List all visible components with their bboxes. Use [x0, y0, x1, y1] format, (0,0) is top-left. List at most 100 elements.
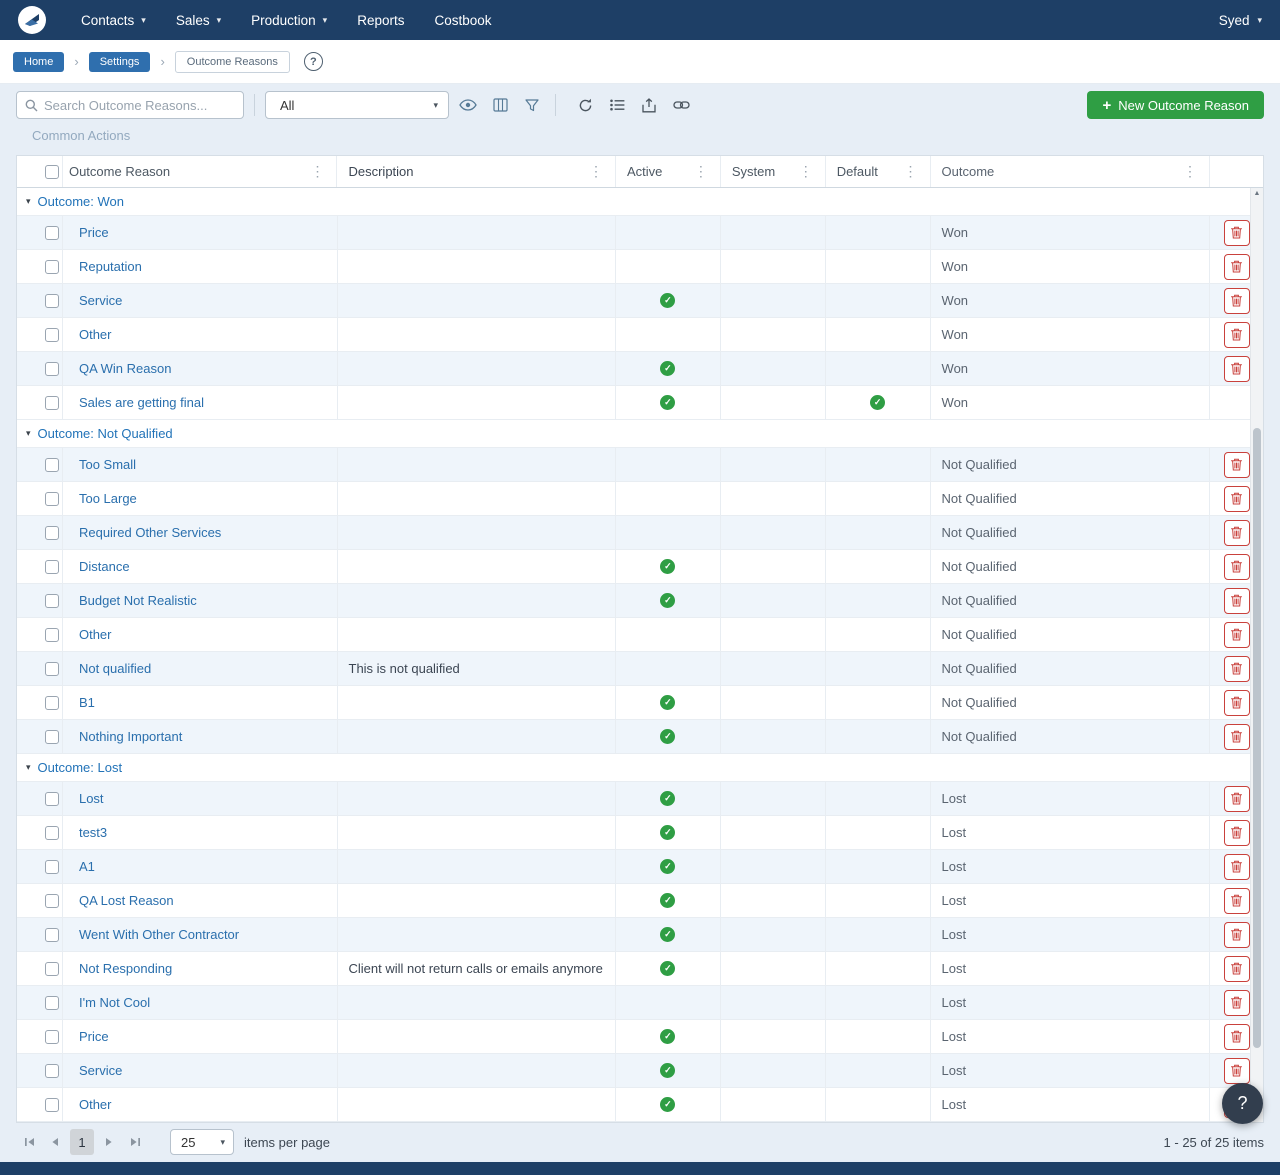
delete-button[interactable] [1224, 1058, 1250, 1084]
column-menu-icon[interactable]: ⋮ [588, 163, 604, 180]
columns-button[interactable] [487, 92, 513, 118]
row-checkbox[interactable] [45, 730, 59, 744]
row-checkbox[interactable] [45, 792, 59, 806]
collapse-icon[interactable]: ▾ [26, 428, 31, 439]
row-checkbox[interactable] [45, 458, 59, 472]
nav-item-production[interactable]: Production ▾ [236, 0, 342, 40]
filter-button[interactable] [519, 92, 545, 118]
row-checkbox[interactable] [45, 628, 59, 642]
delete-button[interactable] [1224, 690, 1250, 716]
delete-button[interactable] [1224, 656, 1250, 682]
delete-button[interactable] [1224, 786, 1250, 812]
breadcrumb-home[interactable]: Home [13, 52, 64, 72]
last-page-button[interactable] [122, 1130, 148, 1154]
nav-item-sales[interactable]: Sales ▾ [161, 0, 236, 40]
delete-button[interactable] [1224, 956, 1250, 982]
delete-button[interactable] [1224, 356, 1250, 382]
column-menu-icon[interactable]: ⋮ [1182, 163, 1198, 180]
outcome-reason-link[interactable]: Too Large [79, 491, 137, 506]
nav-item-costbook[interactable]: Costbook [419, 0, 506, 40]
outcome-reason-link[interactable]: Distance [79, 559, 130, 574]
outcome-reason-link[interactable]: I'm Not Cool [79, 995, 150, 1010]
row-checkbox[interactable] [45, 860, 59, 874]
outcome-reason-link[interactable]: Service [79, 293, 122, 308]
row-checkbox[interactable] [45, 894, 59, 908]
outcome-reason-link[interactable]: Budget Not Realistic [79, 593, 197, 608]
delete-button[interactable] [1224, 922, 1250, 948]
delete-button[interactable] [1224, 854, 1250, 880]
delete-button[interactable] [1224, 1024, 1250, 1050]
delete-button[interactable] [1224, 486, 1250, 512]
visibility-button[interactable] [455, 92, 481, 118]
outcome-reason-link[interactable]: Service [79, 1063, 122, 1078]
first-page-button[interactable] [16, 1130, 42, 1154]
column-menu-icon[interactable]: ⋮ [903, 163, 919, 180]
outcome-reason-link[interactable]: Other [79, 627, 112, 642]
outcome-reason-link[interactable]: Not Responding [79, 961, 172, 976]
outcome-reason-link[interactable]: Other [79, 327, 112, 342]
row-checkbox[interactable] [45, 526, 59, 540]
row-checkbox[interactable] [45, 696, 59, 710]
outcome-reason-link[interactable]: Price [79, 225, 109, 240]
delete-button[interactable] [1224, 588, 1250, 614]
collapse-icon[interactable]: ▾ [26, 762, 31, 773]
collapse-icon[interactable]: ▾ [26, 196, 31, 207]
delete-button[interactable] [1224, 452, 1250, 478]
outcome-reason-link[interactable]: Too Small [79, 457, 136, 472]
delete-button[interactable] [1224, 520, 1250, 546]
delete-button[interactable] [1224, 990, 1250, 1016]
row-checkbox[interactable] [45, 662, 59, 676]
next-page-button[interactable] [96, 1130, 122, 1154]
row-checkbox[interactable] [45, 996, 59, 1010]
delete-button[interactable] [1224, 724, 1250, 750]
delete-button[interactable] [1224, 888, 1250, 914]
row-checkbox[interactable] [45, 294, 59, 308]
delete-button[interactable] [1224, 820, 1250, 846]
column-menu-icon[interactable]: ⋮ [309, 163, 325, 180]
previous-page-button[interactable] [42, 1130, 68, 1154]
group-header-row[interactable]: ▾ Outcome: Lost [17, 754, 1263, 782]
scrollbar-thumb[interactable] [1253, 428, 1261, 1048]
nav-item-contacts[interactable]: Contacts ▾ [66, 0, 161, 40]
search-input[interactable] [44, 98, 235, 113]
column-menu-icon[interactable]: ⋮ [693, 163, 709, 180]
outcome-reason-link[interactable]: Lost [79, 791, 104, 806]
app-logo[interactable] [18, 6, 46, 34]
row-checkbox[interactable] [45, 260, 59, 274]
row-checkbox[interactable] [45, 396, 59, 410]
delete-button[interactable] [1224, 220, 1250, 246]
delete-button[interactable] [1224, 288, 1250, 314]
group-header-row[interactable]: ▾ Outcome: Won [17, 188, 1263, 216]
outcome-reason-link[interactable]: QA Win Reason [79, 361, 172, 376]
outcome-reason-link[interactable]: Not qualified [79, 661, 151, 676]
row-checkbox[interactable] [45, 1030, 59, 1044]
delete-button[interactable] [1224, 622, 1250, 648]
floating-help-button[interactable]: ? [1222, 1083, 1263, 1124]
nav-item-reports[interactable]: Reports [342, 0, 419, 40]
delete-button[interactable] [1224, 322, 1250, 348]
new-outcome-reason-button[interactable]: + New Outcome Reason [1087, 91, 1264, 119]
filter-dropdown[interactable]: All ▾ [265, 91, 449, 119]
row-checkbox[interactable] [45, 362, 59, 376]
link-button[interactable] [668, 92, 694, 118]
page-size-dropdown[interactable]: 25 ▾ [170, 1129, 234, 1155]
current-page-button[interactable]: 1 [70, 1129, 94, 1155]
vertical-scrollbar[interactable]: ▲ ▼ [1250, 188, 1263, 1122]
delete-button[interactable] [1224, 254, 1250, 280]
breadcrumb-settings[interactable]: Settings [89, 52, 151, 72]
row-checkbox[interactable] [45, 928, 59, 942]
export-button[interactable] [636, 92, 662, 118]
row-checkbox[interactable] [45, 826, 59, 840]
row-checkbox[interactable] [45, 226, 59, 240]
delete-button[interactable] [1224, 554, 1250, 580]
outcome-reason-link[interactable]: Went With Other Contractor [79, 927, 239, 942]
list-view-button[interactable] [604, 92, 630, 118]
outcome-reason-link[interactable]: Other [79, 1097, 112, 1112]
group-header-row[interactable]: ▾ Outcome: Not Qualified [17, 420, 1263, 448]
row-checkbox[interactable] [45, 492, 59, 506]
common-actions-link[interactable]: Common Actions [32, 128, 1264, 148]
user-menu[interactable]: Syed ▾ [1219, 13, 1262, 28]
outcome-reason-link[interactable]: Required Other Services [79, 525, 221, 540]
select-all-checkbox[interactable] [45, 165, 59, 179]
scroll-up-icon[interactable]: ▲ [1251, 188, 1263, 200]
